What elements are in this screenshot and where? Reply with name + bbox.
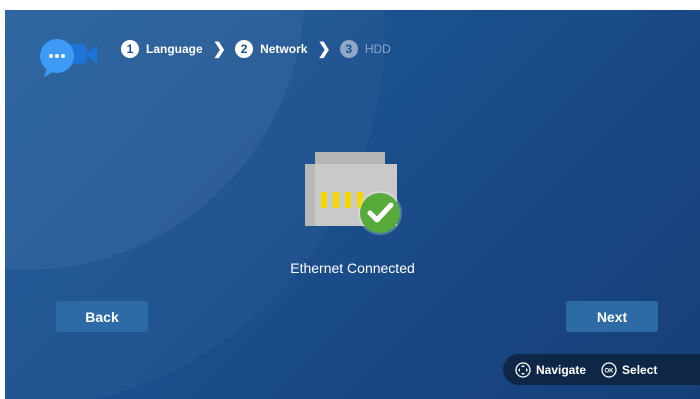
step-number: 2 [235, 40, 254, 58]
step-network: 2 Network [235, 40, 307, 58]
step-label: Language [146, 42, 203, 56]
ethernet-port-check-icon [305, 152, 402, 235]
svg-text:OK: OK [605, 368, 615, 374]
step-number: 1 [121, 40, 139, 58]
step-label: HDD [364, 42, 391, 56]
step-number: 3 [339, 40, 358, 58]
step-hdd: 3 HDD [339, 40, 391, 58]
step-label: Network [260, 42, 308, 56]
dpad-icon [515, 361, 531, 378]
select-hint: OK Select [601, 361, 658, 378]
remote-hint-bar: Navigate OK Select [503, 354, 700, 385]
chat-camera-icon [40, 39, 97, 77]
navigate-label: Navigate [536, 362, 587, 377]
navigate-hint: Navigate [515, 361, 587, 378]
chevron-right-icon: ❯ [317, 41, 331, 58]
step-language: 1 Language [121, 40, 203, 58]
back-button[interactable]: Back [56, 301, 148, 332]
next-button[interactable]: Next [566, 301, 658, 332]
chevron-right-icon: ❯ [212, 41, 227, 58]
connection-status-text: Ethernet Connected [290, 260, 415, 276]
setup-stepper: 1 Language ❯ 2 Network ❯ 3 HDD [121, 38, 391, 60]
select-label: Select [622, 362, 658, 377]
ok-button-icon: OK [601, 361, 617, 378]
setup-screen: 1 Language ❯ 2 Network ❯ 3 HDD Ethernet … [5, 10, 700, 399]
